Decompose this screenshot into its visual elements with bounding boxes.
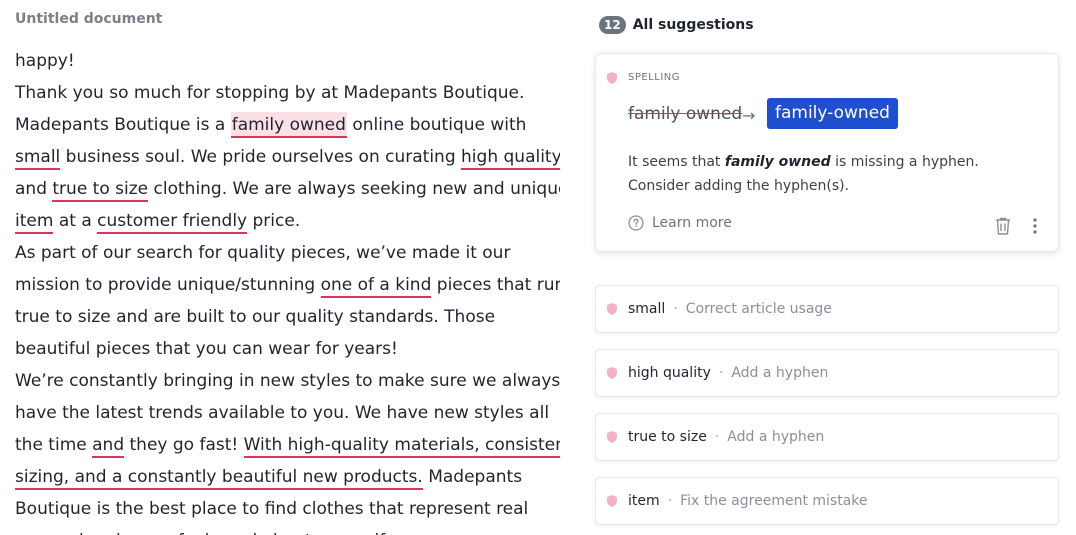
suggestion-row[interactable]: true to size · Add a hyphen	[595, 413, 1059, 461]
separator-dot: ·	[673, 301, 678, 317]
document-line: happy!	[15, 45, 560, 77]
shield-icon	[607, 72, 617, 84]
description-term: family owned	[724, 154, 831, 170]
document-line: the time and they go fast! With high-qua…	[15, 429, 560, 461]
document-text: We’re constantly bringing in new styles …	[15, 371, 560, 391]
document-text: happy!	[15, 51, 75, 71]
learn-more-label: Learn more	[652, 215, 732, 231]
document-line: and true to size clothing. We are always…	[15, 173, 560, 205]
suggestion-word: item	[628, 493, 660, 509]
shield-icon	[607, 367, 617, 379]
document-line: Boutique is the best place to find cloth…	[15, 493, 560, 525]
document-title[interactable]: Untitled document	[15, 11, 162, 27]
document-line: Madepants Boutique is a family owned onl…	[15, 109, 560, 141]
separator-dot: ·	[718, 365, 724, 381]
learn-more-link[interactable]: Learn more	[628, 215, 732, 231]
separator-dot: ·	[714, 429, 720, 445]
suggestions-title: All suggestions	[632, 17, 754, 33]
shield-icon	[607, 431, 617, 443]
flagged-text[interactable]: With high-quality materials, consistent	[243, 435, 560, 458]
document-line: We’re constantly bringing in new styles …	[15, 365, 560, 397]
flagged-text[interactable]: customer friendly	[97, 211, 248, 234]
suggestion-note: Fix the agreement mistake	[680, 493, 868, 509]
document-text: at a	[53, 211, 98, 231]
suggestion-word: high quality	[628, 365, 711, 381]
more-vertical-icon[interactable]	[1032, 217, 1038, 235]
suggestion-description: It seems that family owned is missing a …	[628, 150, 1038, 198]
flagged-text[interactable]: sizing, and a constantly beautiful new p…	[15, 467, 423, 490]
document-line: item at a customer friendly price.	[15, 205, 560, 237]
suggestion-category: SPELLING	[628, 72, 681, 83]
document-line: small business soul. We pride ourselves …	[15, 141, 560, 173]
document-text: Thank you so much for stopping by at Mad…	[15, 83, 525, 103]
document-text: mission to provide unique/stunning	[15, 275, 321, 295]
document-text: online boutique with	[346, 115, 527, 135]
document-text: As part of our search for quality pieces…	[15, 243, 511, 263]
document-line: mission to provide unique/stunning one o…	[15, 269, 560, 301]
document-text: clothing. We are always seeking new and …	[148, 179, 560, 199]
active-flagged-text[interactable]: family owned	[230, 112, 347, 138]
shield-icon	[607, 303, 617, 315]
document-line: have the latest trends available to you.…	[15, 397, 560, 429]
document-line: sizing, and a constantly beautiful new p…	[15, 461, 560, 493]
suggestion-note: Correct article usage	[685, 301, 832, 317]
document-text: have the latest trends available to you.…	[15, 403, 550, 423]
document-text: beautiful pieces that you can wear for y…	[15, 339, 398, 359]
description-prefix: It seems that	[628, 154, 725, 170]
document-line: beautiful pieces that you can wear for y…	[15, 333, 560, 365]
document-line: Thank you so much for stopping by at Mad…	[15, 77, 560, 109]
shield-icon	[607, 495, 617, 507]
document-line: you and make you feel good about yoursel…	[15, 525, 560, 535]
document-text: the time	[15, 435, 93, 455]
document-text: you and make you feel good about yoursel…	[15, 531, 389, 535]
suggestion-word: small	[628, 301, 666, 317]
accept-replacement-button[interactable]: family-owned	[767, 98, 898, 129]
suggestion-note: Add a hyphen	[731, 365, 829, 381]
document-line: true to size and are built to our qualit…	[15, 301, 560, 333]
flagged-text[interactable]: one of a kind	[320, 275, 432, 298]
document-text: Boutique is the best place to find cloth…	[15, 499, 529, 519]
document-line: As part of our search for quality pieces…	[15, 237, 560, 269]
document-text: Madepants Boutique is a	[15, 115, 231, 135]
document-text: pieces that run	[431, 275, 560, 295]
document-text: price.	[247, 211, 301, 231]
question-circle-icon	[628, 215, 644, 231]
document-text: business soul. We pride ourselves on cur…	[60, 147, 462, 167]
document-editor[interactable]: happy! Thank you so much for stopping by …	[15, 45, 560, 535]
suggestion-row[interactable]: high quality · Add a hyphen	[595, 349, 1059, 397]
active-suggestion-card[interactable]: SPELLING family owned → family-owned It …	[595, 53, 1059, 252]
original-text: family owned	[628, 104, 743, 124]
flagged-text[interactable]: item	[15, 211, 54, 234]
separator-dot: ·	[667, 493, 673, 509]
suggestion-word: true to size	[628, 429, 707, 445]
document-text: they go fast!	[124, 435, 244, 455]
suggestion-count-badge: 12	[599, 16, 626, 34]
suggestion-row[interactable]: item · Fix the agreement mistake	[595, 477, 1059, 525]
trash-icon[interactable]	[994, 216, 1012, 236]
flagged-text[interactable]: true to size	[52, 179, 149, 202]
document-text: true to size and are built to our qualit…	[15, 307, 496, 327]
flagged-text[interactable]: and	[92, 435, 125, 458]
document-text: and	[15, 179, 53, 199]
flagged-text[interactable]: high quality	[461, 147, 560, 170]
arrow-right-icon: →	[742, 106, 756, 125]
suggestion-note: Add a hyphen	[727, 429, 825, 445]
document-text: Madepants	[422, 467, 523, 487]
suggestion-row[interactable]: small · Correct article usage	[595, 285, 1059, 333]
suggestions-header: 12 All suggestions	[599, 16, 754, 34]
flagged-text[interactable]: small	[15, 147, 61, 170]
